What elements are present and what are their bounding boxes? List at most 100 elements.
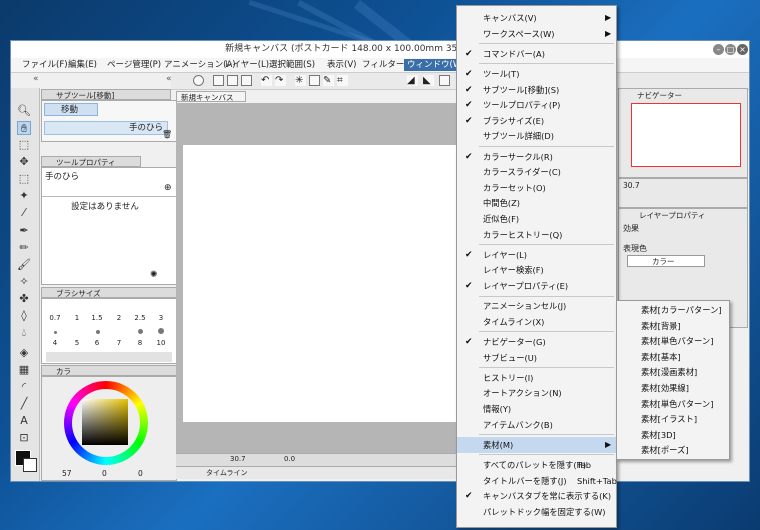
ruler-icon[interactable]: ◢ [407,75,418,86]
material-submenu-item[interactable]: 素材[効果線] [617,380,729,396]
window-menu-item[interactable]: 情報(Y) [457,401,616,417]
auto-select-tool-icon[interactable]: ✦ [17,189,31,203]
new-file-icon[interactable] [213,75,224,86]
line-tool-icon[interactable]: ╱ [17,397,31,411]
move-layer-tool-icon[interactable]: ✥ [17,155,31,169]
trash-icon[interactable]: 🗑︎ [162,130,172,139]
window-menu-item[interactable]: ヒストリー(I) [457,370,616,386]
window-menu-item[interactable]: すべてのパレットを隠す(H) Tab [457,457,616,473]
brush-size-value[interactable]: 2 [110,314,128,322]
maximize-icon[interactable]: □ [725,44,736,55]
layerprop-tab[interactable]: レイヤープロパティ [639,210,705,221]
balloon-tool-icon[interactable]: ⊡ [17,431,31,445]
window-menu-item[interactable]: キャンバス(V) ▶ [457,10,616,26]
window-menu-item[interactable]: ✔ ツール(T) [457,66,616,82]
brush-size-value[interactable]: 2.5 [131,314,149,322]
eraser-tool-icon[interactable]: ◊ [17,309,31,323]
window-menu-item[interactable]: タイトルバーを隠す(J) Shift+Tab [457,473,617,489]
select-icon[interactable]: ⌗ [337,75,348,86]
menu-edit[interactable]: 編集(E) [65,59,100,71]
pen-icon[interactable]: ✎ [323,75,334,86]
window-menu-item[interactable]: アイテムバンク(B) [457,417,616,433]
settings-icon[interactable]: ✺ [150,270,158,280]
brush-size-value[interactable]: 7 [110,339,128,347]
window-menu-item[interactable]: ✔ レイヤープロパティ(E) [457,278,616,294]
saturation-value-square[interactable] [82,399,128,445]
menu-selection[interactable]: 選択範囲(S) [266,59,318,71]
window-menu-item[interactable]: ✔ ツールプロパティ(P) [457,97,616,113]
subtool-item-hand[interactable]: 手のひら [44,121,168,135]
window-menu-item[interactable]: 近似色(F) [457,211,616,227]
fill-tool-icon[interactable]: ◈ [17,346,31,360]
material-submenu-item[interactable]: 素材[カラーパターン] [617,302,729,318]
figure-tool-icon[interactable]: ◜ [17,380,31,394]
window-menu-item[interactable]: ✔ ブラシサイズ(E) [457,113,616,129]
redo-icon[interactable]: ↷ [275,75,286,86]
material-submenu-item[interactable]: 素材[イラスト] [617,411,729,427]
brush-size-value[interactable]: 5 [68,339,86,347]
subtool-panel-tab[interactable]: サブツール[移動] [41,89,171,100]
display-color-select[interactable]: カラー [627,255,705,267]
window-menu-item[interactable]: ✔ ナビゲーター(G) [457,334,616,350]
airbrush-tool-icon[interactable]: ✧ [17,275,31,289]
window-menu-item[interactable]: カラーセット(O) [457,180,616,196]
decoration-tool-icon[interactable]: ✤ [17,292,31,306]
window-menu-item[interactable]: レイヤー検索(F) [457,262,616,278]
window-menu-item[interactable]: オートアクション(N) [457,385,616,401]
material-submenu-item[interactable]: 素材[ポーズ] [617,442,729,458]
text-tool-icon[interactable]: A [17,414,31,428]
window-menu-item[interactable]: 素材(M) ▶ [457,436,616,453]
brush-size-value[interactable]: 1.5 [88,314,106,322]
open-folder-icon[interactable] [227,75,238,86]
toolprop-panel-tab[interactable]: ツールプロパティ [41,156,141,167]
window-menu-item[interactable]: サブビュー(U) [457,350,616,366]
hand-tool-icon[interactable]: ✋︎ [17,121,31,135]
window-menu-item[interactable]: アニメーションセル(J) [457,298,616,314]
app-logo-icon[interactable] [193,75,204,86]
window-menu-item[interactable]: ✔ カラーサークル(R) [457,149,616,165]
window-menu-item[interactable]: ✔ コマンドバー(A) [457,46,616,62]
brush-size-value[interactable]: 1 [68,314,86,322]
eyedropper-tool-icon[interactable]: ⁄ [17,206,31,220]
save-icon[interactable] [241,75,252,86]
material-submenu-item[interactable]: 素材[漫画素材] [617,364,729,380]
sub-color-swatch[interactable] [23,458,37,472]
brush-tool-icon[interactable]: 🖌︎ [17,258,31,272]
pen-tool-icon[interactable]: ✒ [17,224,31,238]
window-menu-item[interactable]: カラーヒストリー(Q) [457,227,616,243]
brushsize-panel-tab[interactable]: ブラシサイズ [41,287,177,298]
navigator-preview[interactable] [631,103,741,167]
window-menu-item[interactable]: ✔ レイヤー(L) [457,247,616,263]
menu-page[interactable]: ページ管理(P) [104,59,164,71]
menu-layer[interactable]: レイヤー(L) [221,59,272,71]
selection-tool-icon[interactable]: ⬚ [17,172,31,186]
window-menu-item[interactable]: 中間色(Z) [457,195,616,211]
snap-icon[interactable]: ◣ [423,75,434,86]
magnifier-icon[interactable]: ⊕ [164,183,172,193]
window-menu-item[interactable]: パレットドック幅を固定する(W) [457,504,616,520]
material-submenu-item[interactable]: 素材[単色パターン] [617,333,729,349]
menu-file[interactable]: ファイル(F) [19,59,71,71]
navigator-tab[interactable]: ナビゲーター [637,90,682,101]
canvas-page[interactable] [183,145,456,422]
timeline-tab[interactable]: タイムライン [206,468,248,478]
pencil-tool-icon[interactable]: ✏ [17,241,31,255]
gradient-tool-icon[interactable]: ▦ [17,363,31,377]
collapse-left-icon[interactable]: « [33,74,39,84]
brush-size-value[interactable]: 3 [152,314,170,322]
material-submenu-item[interactable]: 素材[背景] [617,318,729,334]
window-menu-item[interactable]: ワークスペース(W) ▶ [457,26,616,42]
material-submenu-item[interactable]: 素材[単色パターン] [617,396,729,412]
grid-icon[interactable] [439,75,450,86]
color-panel-tab[interactable]: カラ [41,365,177,376]
subtool-group-move[interactable]: 移動 [44,103,98,116]
zoom-tool-icon[interactable]: 🔍︎ [17,104,31,118]
clear-icon[interactable]: ✳ [295,75,306,86]
brush-size-value[interactable]: 0.7 [46,314,64,322]
brush-size-value[interactable]: 6 [88,339,106,347]
brush-size-value[interactable]: 4 [46,339,64,347]
brush-size-value[interactable]: 8 [131,339,149,347]
canvas-tab[interactable]: 新規キャンバス [176,91,246,102]
operation-tool-icon[interactable]: ⬚ [17,138,31,152]
window-menu-item[interactable]: ✔ サブツール[移動](S) [457,82,616,98]
